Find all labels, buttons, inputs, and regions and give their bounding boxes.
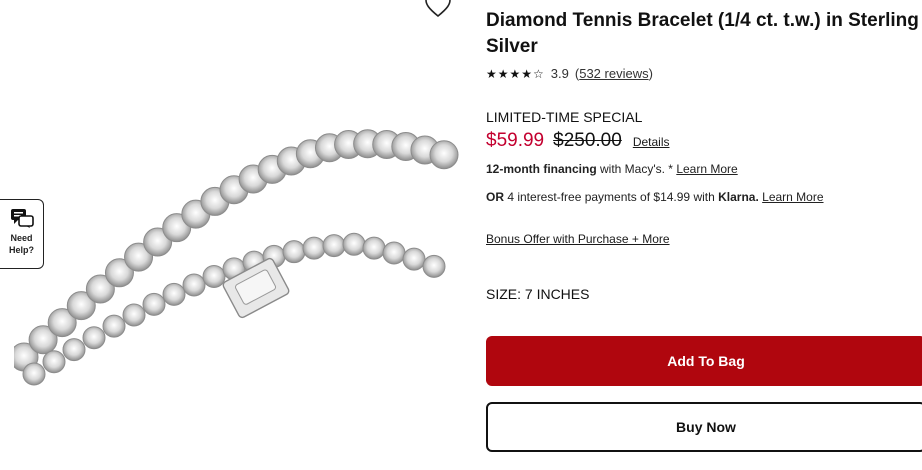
bracelet-link (382, 241, 406, 265)
bracelet-link (182, 273, 206, 297)
bracelet-link (142, 292, 166, 316)
product-info-panel: Diamond Tennis Bracelet (1/4 ct. t.w.) i… (486, 0, 922, 452)
sale-price: $59.99 (486, 130, 545, 151)
original-price: $250.00 (553, 130, 622, 151)
klarna-or: OR (486, 190, 504, 204)
product-image[interactable] (14, 112, 466, 392)
product-title: Diamond Tennis Bracelet (1/4 ct. t.w.) i… (486, 10, 919, 57)
price-row: $59.99 $250.00 Details (486, 130, 922, 152)
bracelet-link (62, 338, 86, 362)
add-to-bag-button[interactable]: Add To Bag (486, 336, 922, 386)
klarna-brand: Klarna. (718, 190, 759, 204)
bracelet-link (22, 362, 46, 386)
klarna-text: 4 interest-free payments of $14.99 with (504, 190, 719, 204)
bracelet-link (82, 326, 106, 350)
klarna-row: OR 4 interest-free payments of $14.99 wi… (486, 190, 922, 204)
reviews-wrapper: (532 reviews) (574, 66, 653, 81)
bracelet-link (162, 282, 186, 306)
star-rating: ★★★★☆ (486, 66, 545, 81)
buy-now-button[interactable]: Buy Now (486, 402, 922, 452)
heart-icon[interactable] (424, 0, 452, 18)
klarna-learn-more-link[interactable]: Learn More (762, 190, 823, 204)
bonus-offer-link[interactable]: Bonus Offer with Purchase + More (486, 232, 670, 246)
bracelet-link (422, 254, 446, 278)
financing-text: with Macy's. * (596, 162, 677, 176)
financing-learn-more-link[interactable]: Learn More (676, 162, 737, 176)
financing-row: 12-month financing with Macy's. * Learn … (486, 162, 922, 176)
bracelet-link (402, 247, 426, 271)
bracelet-link (122, 303, 146, 327)
bracelet-link (102, 314, 126, 338)
bracelet-link (202, 264, 226, 288)
bracelet-link (362, 236, 386, 260)
size-label: SIZE: 7 INCHES (486, 286, 590, 302)
bracelet-link (282, 240, 306, 264)
financing-bold: 12-month financing (486, 162, 597, 176)
rating-value: 3.9 (550, 66, 569, 81)
reviews-link[interactable]: 532 reviews (579, 66, 648, 81)
bracelet-link (302, 236, 326, 260)
price-details-link[interactable]: Details (633, 135, 670, 149)
bracelet-link (322, 234, 346, 258)
special-label: LIMITED-TIME SPECIAL (486, 109, 643, 125)
bracelet-link (342, 232, 366, 256)
bracelet-link (429, 140, 459, 170)
bracelet-link (42, 350, 66, 374)
rating-row: ★★★★☆ 3.9 (532 reviews) (486, 66, 922, 81)
